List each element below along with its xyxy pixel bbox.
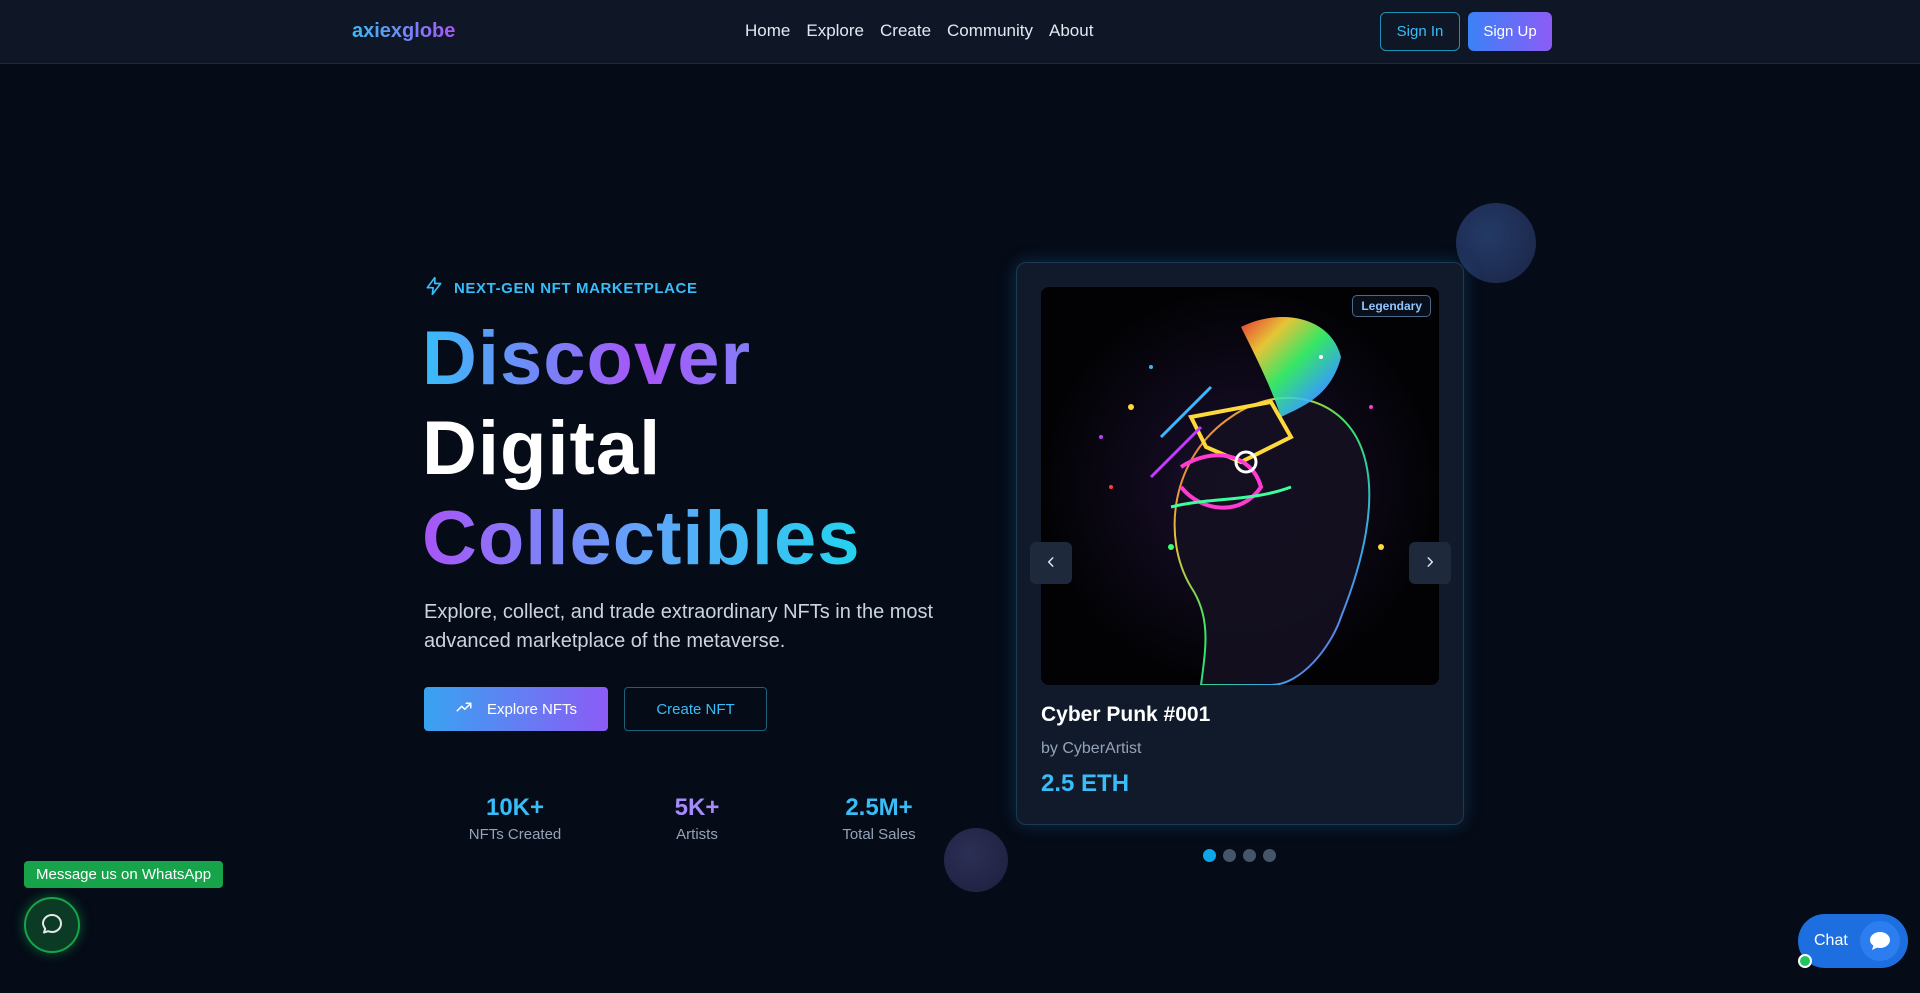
trending-up-icon xyxy=(455,698,473,720)
nav-about[interactable]: About xyxy=(1049,21,1093,41)
sign-up-button[interactable]: Sign Up xyxy=(1468,12,1552,51)
stat-value: 2.5M+ xyxy=(845,794,913,821)
online-status-dot xyxy=(1798,954,1812,968)
nft-price: 2.5 ETH xyxy=(1041,770,1130,797)
chat-bubble-icon xyxy=(1859,921,1900,961)
nav-home[interactable]: Home xyxy=(745,21,790,41)
stat-label: Artists xyxy=(676,826,718,843)
decorative-orb xyxy=(944,828,1008,892)
nav-create[interactable]: Create xyxy=(880,21,931,41)
carousel-next-button[interactable] xyxy=(1409,542,1451,584)
hero-subtext: Explore, collect, and trade extraordinar… xyxy=(424,601,934,652)
chat-label: Chat xyxy=(1814,932,1848,949)
site-logo[interactable]: axiexglobe xyxy=(352,20,455,43)
chevron-right-icon xyxy=(1423,553,1437,574)
explore-nfts-button[interactable]: Explore NFTs xyxy=(424,687,608,731)
chevron-left-icon xyxy=(1044,553,1058,574)
site-header: axiexglobe Home Explore Create Community… xyxy=(0,0,1920,64)
headline-line-2: Digital xyxy=(422,406,662,491)
hero-tagline: NEXT-GEN NFT MARKETPLACE xyxy=(424,276,698,301)
lightning-icon xyxy=(424,276,444,301)
carousel-dot[interactable] xyxy=(1263,849,1276,862)
sign-in-button[interactable]: Sign In xyxy=(1380,12,1460,51)
message-circle-icon xyxy=(40,912,64,939)
nft-title[interactable]: Cyber Punk #001 xyxy=(1041,703,1210,727)
carousel-prev-button[interactable] xyxy=(1030,542,1072,584)
headline-line-1: Discover xyxy=(422,314,861,404)
tagline-text: NEXT-GEN NFT MARKETPLACE xyxy=(454,280,698,297)
stat-item: 2.5M+ Total Sales xyxy=(788,794,970,843)
hero-stats: 10K+ NFTs Created 5K+ Artists 2.5M+ Tota… xyxy=(424,794,970,843)
stat-label: NFTs Created xyxy=(468,826,562,843)
hero-headline: Discover Digital Collectibles xyxy=(422,314,861,584)
stat-value: 5K+ xyxy=(674,794,720,821)
nft-artwork-image: Legendary xyxy=(1041,287,1439,685)
nav-community[interactable]: Community xyxy=(947,21,1033,41)
explore-nfts-label: Explore NFTs xyxy=(486,700,578,718)
stat-label: Total Sales xyxy=(842,826,916,843)
carousel-dot[interactable] xyxy=(1243,849,1256,862)
rarity-badge: Legendary xyxy=(1352,295,1431,317)
carousel-dot[interactable] xyxy=(1223,849,1236,862)
headline-line-3: Collectibles xyxy=(422,494,861,584)
whatsapp-label[interactable]: Message us on WhatsApp xyxy=(24,861,224,888)
main-nav: Home Explore Create Community About xyxy=(745,21,1093,41)
stat-item: 10K+ NFTs Created xyxy=(424,794,606,843)
carousel-dot[interactable] xyxy=(1203,849,1216,862)
stat-item: 5K+ Artists xyxy=(606,794,788,843)
whatsapp-button[interactable] xyxy=(24,897,80,953)
create-nft-button[interactable]: Create NFT xyxy=(624,687,767,731)
nft-artwork-graphic xyxy=(1041,287,1439,685)
carousel-dots xyxy=(1203,849,1276,862)
chat-button[interactable]: Chat xyxy=(1798,914,1908,968)
decorative-orb xyxy=(1456,203,1536,283)
nft-artist: by CyberArtist xyxy=(1041,740,1142,757)
nav-explore[interactable]: Explore xyxy=(806,21,864,41)
stat-value: 10K+ xyxy=(485,794,545,821)
featured-nft-card: Legendary Cyber Punk #001 by CyberArtist… xyxy=(1016,262,1464,825)
